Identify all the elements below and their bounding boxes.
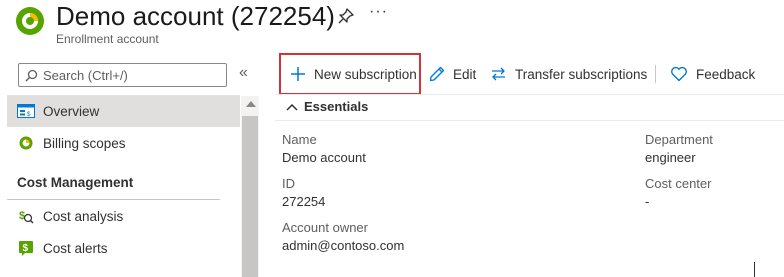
search-input[interactable] (43, 67, 213, 83)
new-subscription-button[interactable]: New subscription (290, 58, 417, 90)
heart-icon (671, 66, 687, 82)
essentials-toggle[interactable]: Essentials (286, 99, 368, 114)
svg-text:$: $ (19, 210, 25, 222)
essentials-title: Essentials (304, 99, 369, 114)
sidebar-item-cost-alerts[interactable]: $ Cost alerts (7, 232, 240, 264)
cost-analysis-icon: $ (17, 207, 35, 225)
id-label: ID (282, 176, 295, 191)
transfer-subscriptions-button[interactable]: Transfer subscriptions (490, 58, 647, 90)
account-owner-label: Account owner (282, 220, 368, 235)
billing-scopes-icon (17, 134, 35, 152)
chevron-up-icon (286, 103, 298, 111)
name-value: Demo account (282, 150, 366, 165)
department-value: engineer (645, 150, 696, 165)
pencil-icon (429, 66, 445, 82)
sidebar-item-cost-analysis[interactable]: $ Cost analysis (7, 200, 240, 232)
name-label: Name (282, 132, 317, 147)
sidebar-item-billing-scopes[interactable]: Billing scopes (7, 127, 240, 159)
plus-icon (291, 67, 305, 81)
sidebar-item-label: Cost alerts (43, 240, 108, 256)
section-heading-cost-management: Cost Management (17, 175, 134, 190)
department-label: Department (645, 132, 713, 147)
sidebar-item-label: Overview (43, 103, 100, 119)
scroll-up-arrow-icon[interactable] (246, 101, 256, 107)
more-options-button[interactable]: ··· (369, 3, 388, 21)
edit-button[interactable]: Edit (429, 58, 476, 90)
id-value: 272254 (282, 194, 326, 209)
sidebar-item-label: Cost analysis (43, 208, 124, 224)
sidebar-item-label: Billing scopes (43, 135, 126, 151)
essentials-divider (275, 120, 784, 121)
new-subscription-label: New subscription (314, 66, 417, 82)
feedback-label: Feedback (696, 66, 756, 82)
sidebar-item-overview[interactable]: $ Overview (7, 95, 240, 127)
cost-center-label: Cost center (645, 176, 712, 191)
toolbar-divider (275, 94, 784, 95)
page-title: Demo account (272254) (56, 1, 335, 31)
search-icon (25, 69, 38, 81)
scrollbar-thumb[interactable] (242, 116, 258, 277)
content-edge-line (754, 262, 755, 277)
overview-icon: $ (17, 102, 35, 120)
account-owner-value: admin@contoso.com (282, 238, 405, 253)
cost-center-value: - (645, 194, 650, 209)
search-box[interactable] (18, 63, 227, 87)
cost-alerts-icon: $ (17, 239, 35, 257)
collapse-sidebar-button[interactable]: « (239, 64, 248, 82)
toolbar-separator (655, 65, 656, 83)
page-subtitle: Enrollment account (56, 32, 159, 46)
feedback-button[interactable]: Feedback (670, 58, 755, 90)
pin-icon[interactable] (336, 6, 356, 26)
transfer-subscriptions-label: Transfer subscriptions (515, 66, 648, 82)
transfer-arrows-icon (492, 67, 505, 81)
svg-text:$: $ (23, 243, 29, 254)
enrollment-account-logo-icon (16, 7, 44, 35)
edit-label: Edit (453, 66, 477, 82)
